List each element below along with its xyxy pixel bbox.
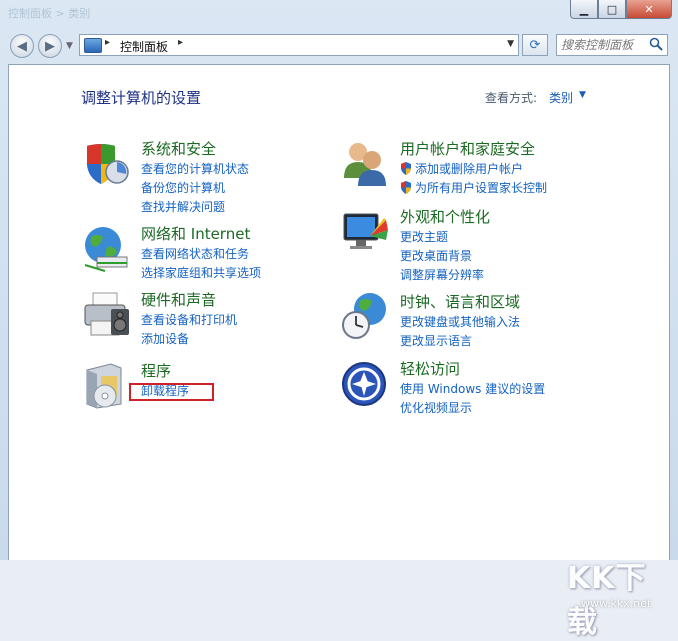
recent-pages-dropdown[interactable]: ▼	[66, 41, 73, 51]
link-troubleshoot[interactable]: 查找并解决问题	[141, 198, 225, 215]
close-button[interactable]: ✕	[626, 0, 672, 19]
link-add-device[interactable]: 添加设备	[141, 330, 189, 347]
content-area: 调整计算机的设置 查看方式: 类别 ▼ 系统和安全 查看您的计算机状态 备份您的…	[8, 64, 670, 640]
link-devices-printers[interactable]: 查看设备和打印机	[141, 311, 237, 328]
category-title[interactable]: 系统和安全	[141, 138, 216, 159]
breadcrumb-control-panel[interactable]: 控制面板	[120, 38, 168, 55]
forward-arrow-icon: ▶	[45, 38, 55, 54]
category-title[interactable]: 时钟、语言和区域	[400, 291, 520, 312]
link-optimize-display[interactable]: 优化视频显示	[400, 399, 472, 416]
appearance-monitor-icon[interactable]	[340, 206, 390, 256]
back-button[interactable]: ◀	[10, 34, 34, 58]
control-panel-icon	[84, 38, 102, 53]
refresh-button[interactable]: ⟳	[522, 34, 548, 56]
link-homegroup-sharing[interactable]: 选择家庭组和共享选项	[141, 264, 261, 281]
network-globe-icon[interactable]	[81, 223, 131, 273]
view-by-arrow-icon[interactable]: ▼	[579, 90, 586, 100]
title-bar: 控制面板 > 类别 ▁ □ ✕	[0, 0, 678, 26]
link-view-network-status[interactable]: 查看网络状态和任务	[141, 245, 249, 262]
programs-disc-icon[interactable]	[81, 360, 131, 410]
link-change-keyboard[interactable]: 更改键盘或其他输入法	[400, 313, 520, 330]
link-change-background[interactable]: 更改桌面背景	[400, 247, 472, 264]
address-arrow-icon[interactable]: ▸	[105, 37, 110, 48]
view-by-dropdown[interactable]: 类别	[549, 89, 573, 106]
watermark-url: www.kkx.net	[581, 597, 652, 610]
uac-shield-icon	[401, 181, 411, 194]
forward-button[interactable]: ▶	[38, 34, 62, 58]
window-caption: 控制面板 > 类别	[8, 7, 91, 20]
address-dropdown-icon[interactable]: ▼	[507, 39, 514, 49]
link-text[interactable]: 添加或删除用户帐户	[415, 162, 523, 176]
view-by-label: 查看方式:	[485, 91, 538, 105]
category-title[interactable]: 网络和 Internet	[141, 223, 250, 244]
link-change-display-language[interactable]: 更改显示语言	[400, 332, 472, 349]
link-add-remove-users[interactable]: 添加或删除用户帐户	[400, 160, 523, 177]
link-view-computer-status[interactable]: 查看您的计算机状态	[141, 160, 249, 177]
category-title[interactable]: 硬件和声音	[141, 289, 216, 310]
security-shield-icon[interactable]	[81, 138, 131, 188]
link-backup-computer[interactable]: 备份您的计算机	[141, 179, 225, 196]
control-panel-window: 控制面板 > 类别 ▁ □ ✕ ◀ ▶ ▼ ▸ 控制面板 ▸ ▼ ⟳ 搜索控制面…	[0, 0, 678, 640]
page-heading: 调整计算机的设置	[81, 89, 202, 107]
category-title[interactable]: 外观和个性化	[400, 206, 490, 227]
users-icon[interactable]	[340, 138, 390, 188]
category-title[interactable]: 用户帐户和家庭安全	[400, 138, 535, 159]
link-parental-controls[interactable]: 为所有用户设置家长控制	[400, 179, 547, 196]
maximize-button[interactable]: □	[598, 0, 626, 19]
back-arrow-icon: ◀	[17, 38, 27, 54]
printer-hardware-icon[interactable]	[81, 289, 131, 339]
minimize-button[interactable]: ▁	[570, 0, 598, 19]
refresh-icon: ⟳	[529, 37, 541, 53]
search-input[interactable]	[561, 37, 649, 53]
navigation-bar: ◀ ▶ ▼ ▸ 控制面板 ▸ ▼ ⟳	[0, 28, 678, 64]
search-box[interactable]	[556, 34, 668, 56]
link-text[interactable]: 为所有用户设置家长控制	[415, 181, 547, 195]
highlight-box	[129, 383, 214, 401]
link-change-theme[interactable]: 更改主题	[400, 228, 448, 245]
link-recommended-settings[interactable]: 使用 Windows 建议的设置	[400, 380, 545, 397]
uac-shield-icon	[401, 162, 411, 175]
category-title[interactable]: 轻松访问	[400, 358, 460, 379]
category-title[interactable]: 程序	[141, 360, 171, 381]
address-bar[interactable]: ▸ 控制面板 ▸ ▼	[79, 34, 519, 56]
window-controls: ▁ □ ✕	[570, 0, 672, 19]
clock-globe-icon[interactable]	[340, 291, 390, 341]
breadcrumb-arrow-icon[interactable]: ▸	[178, 37, 183, 48]
link-screen-resolution[interactable]: 调整屏幕分辨率	[400, 266, 484, 283]
ease-of-access-icon[interactable]	[340, 358, 390, 408]
search-icon[interactable]	[649, 37, 663, 51]
